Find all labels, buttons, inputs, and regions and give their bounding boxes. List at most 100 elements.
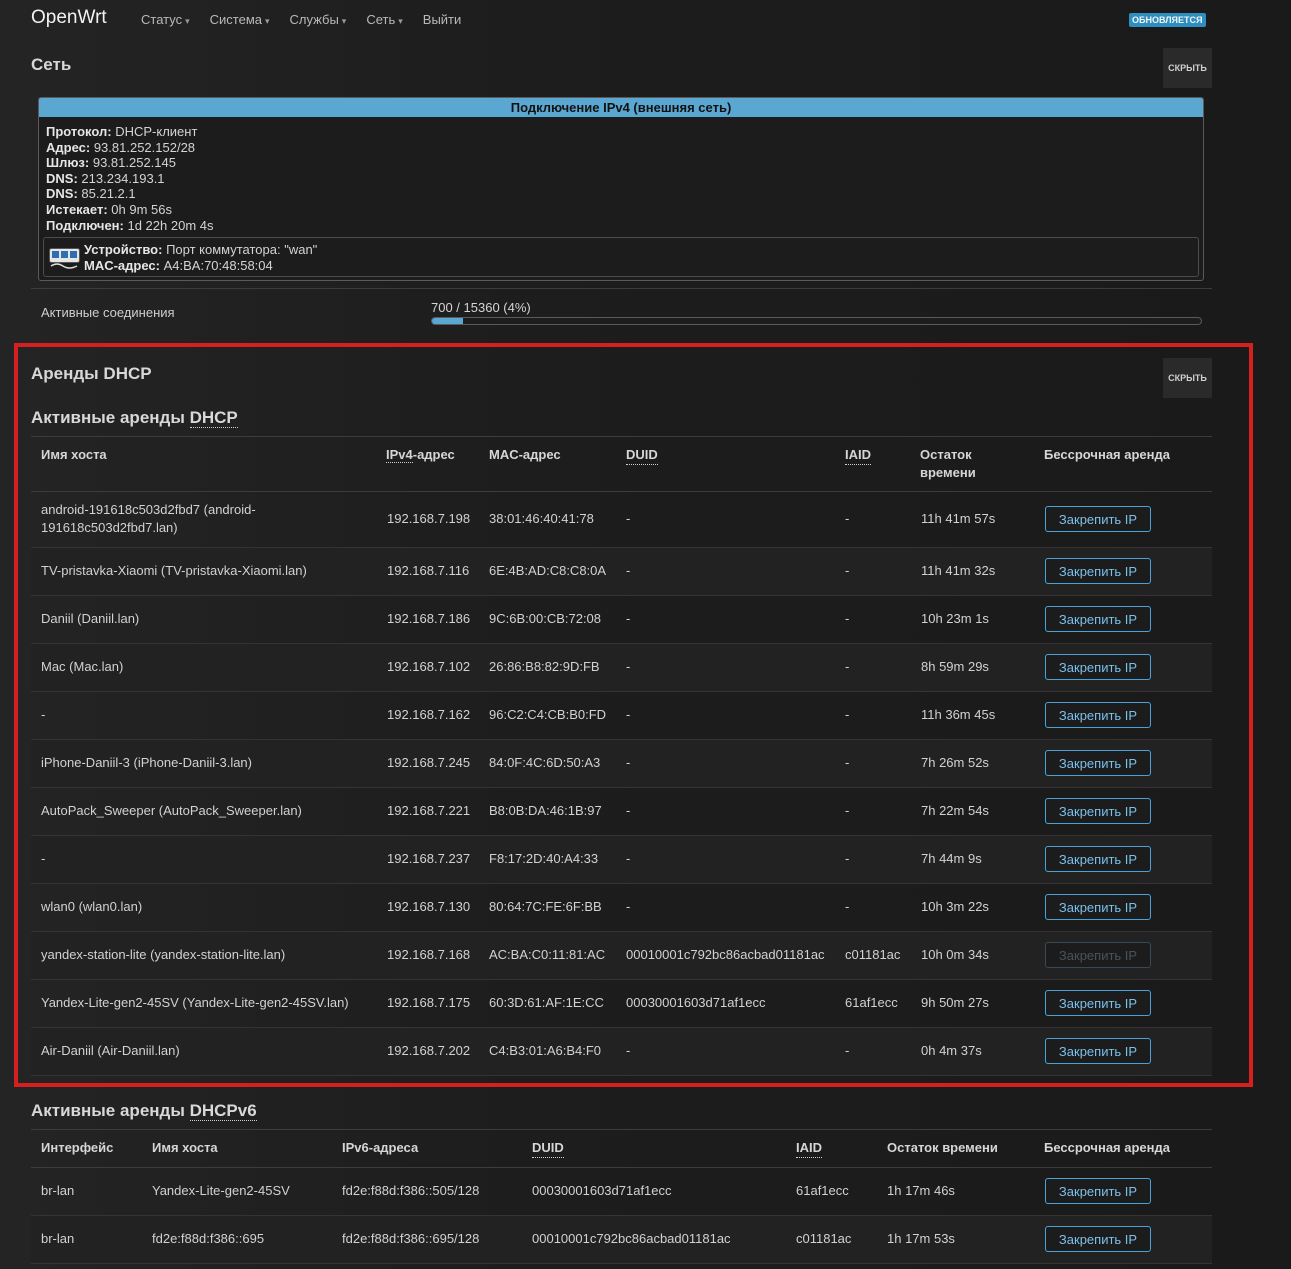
menu-item[interactable]: Выйти <box>423 12 462 27</box>
iaid-cell: c01181ac <box>845 947 901 962</box>
mac-cell: 38:01:46:40:41:78 <box>489 511 594 526</box>
ipv4-cell: 192.168.7.162 <box>387 707 471 722</box>
device-box: Устройство: Порт коммутатора: "wan" MAC-… <box>43 237 1199 277</box>
remaining-cell: 7h 22m 54s <box>921 803 989 818</box>
iaid-cell: - <box>845 1043 850 1058</box>
table-row: wlan0 (wlan0.lan) 192.168.7.130 80:64:7C:F… <box>31 884 1212 932</box>
menu-item-label: Сеть <box>366 12 396 27</box>
table-row: TV-pristavka-Xiaomi (TV-pristavka-Xiaomi… <box>31 548 1212 596</box>
duid-cell: 00010001c792bc86acbad01181ac <box>626 947 825 962</box>
hostname-cell: Air-Daniil (Air-Daniil.lan) <box>41 1043 180 1058</box>
active-connections-value: 700 / 15360 (4%) <box>431 300 531 315</box>
caret-down-icon: ▾ <box>398 16 403 26</box>
iface-field-value: 93.81.252.152/28 <box>93 139 196 155</box>
ipv4-cell: 192.168.7.245 <box>387 755 471 770</box>
main-menu: Статус ▾ Система ▾ Службы ▾ Сеть ▾ Выйти <box>141 12 481 27</box>
mac-cell: AC:BA:C0:11:81:AC <box>489 947 606 962</box>
menu-item-label: Службы <box>289 12 339 27</box>
caret-down-icon: ▾ <box>265 16 270 26</box>
iface-field-value: 0h 9m 56s <box>111 201 172 217</box>
menu-item[interactable]: Службы ▾ <box>290 12 347 27</box>
iaid-cell: - <box>845 563 850 578</box>
hide-dhcp-button[interactable]: СКРЫТЬ <box>1163 358 1212 398</box>
subtitle-abbr: DHCPv6 <box>189 1101 257 1121</box>
table-row: iPhone-Daniil-3 (iPhone-Daniil-3.lan) 192… <box>31 740 1212 788</box>
pin-ip-button[interactable]: Закрепить IP <box>1045 990 1151 1016</box>
ipv4-cell: 192.168.7.102 <box>387 659 471 674</box>
pin-ip-button[interactable]: Закрепить IP <box>1045 1226 1151 1252</box>
progress-fill <box>432 318 463 324</box>
ipv4-cell: 192.168.7.175 <box>387 995 471 1010</box>
table-row: Air-Daniil (Air-Daniil.lan) 192.168.7.202… <box>31 1028 1212 1076</box>
interface-cell: br-lan <box>41 1231 75 1246</box>
iaid-cell: - <box>845 707 850 722</box>
menu-item[interactable]: Статус ▾ <box>141 12 190 27</box>
iface-field-value: 93.81.252.145 <box>92 155 176 171</box>
menu-item-label: Система <box>209 12 262 27</box>
brand-logo[interactable]: OpenWrt <box>31 7 107 29</box>
device-value: Порт коммутатора: "wan" <box>166 242 318 257</box>
ipv4-cell: 192.168.7.202 <box>387 1043 471 1058</box>
hostname-cell: AutoPack_Sweeper (AutoPack_Sweeper.lan) <box>41 803 302 818</box>
iface-field-value: DHCP-клиент <box>115 124 198 139</box>
remaining-cell: 7h 26m 52s <box>921 755 989 770</box>
duid-cell: - <box>626 803 631 818</box>
menu-item-label: Выйти <box>422 12 462 27</box>
pin-ip-button[interactable]: Закрепить IP <box>1045 506 1151 532</box>
top-navbar: OpenWrt Статус ▾ Система ▾ Службы ▾ Сеть ▾ Выйти… <box>0 0 1291 40</box>
duid-cell: - <box>626 511 631 526</box>
dhcp-leases-table: Имя хоста IPv4-адрес MAC-адрес DUID IAID… <box>31 436 1212 1076</box>
menu-item[interactable]: Система ▾ <box>210 12 270 27</box>
pin-ip-button[interactable]: Закрепить IP <box>1045 1178 1151 1204</box>
wan-interface-details: Протокол: DHCP-клиент Адрес: 93.81.252.15… <box>39 117 1203 233</box>
iface-field-label: DNS: <box>46 186 78 202</box>
pin-ip-button[interactable]: Закрепить IP <box>1045 846 1151 872</box>
remaining-cell: 10h 3m 22s <box>921 899 989 914</box>
col-duid: DUID <box>626 446 658 465</box>
iface-field-value: 1d 22h 20m 4s <box>127 217 214 233</box>
ipv4-cell: 192.168.7.186 <box>387 611 471 626</box>
hostname-cell: Yandex-Lite-gen2-45SV <box>152 1183 290 1198</box>
pin-ip-button[interactable]: Закрепить IP <box>1045 702 1151 728</box>
table-header: Имя хоста IPv4-адрес MAC-адрес DUID IAID… <box>31 436 1212 492</box>
mac-cell: C4:B3:01:A6:B4:F0 <box>489 1043 602 1058</box>
table-row: - 192.168.7.162 96:C2:C4:CB:B0:FD - - 11h 36m… <box>31 692 1212 740</box>
iaid-cell: 61af1ecc <box>845 995 898 1010</box>
mac-value: A4:BA:70:48:58:04 <box>163 257 273 273</box>
caret-down-icon: ▾ <box>185 16 190 26</box>
mac-cell: 9C:6B:00:CB:72:08 <box>489 611 602 626</box>
hide-network-button[interactable]: СКРЫТЬ <box>1163 48 1212 88</box>
iaid-cell: - <box>845 803 850 818</box>
pin-ip-button[interactable]: Закрепить IP <box>1045 558 1151 584</box>
iface-field-label: Подключен: <box>46 217 124 233</box>
menu-item[interactable]: Сеть ▾ <box>366 12 402 27</box>
duid-cell: - <box>626 659 631 674</box>
pin-ip-button[interactable]: Закрепить IP <box>1045 606 1151 632</box>
duid-cell: - <box>626 563 631 578</box>
wan-interface-header: Подключение IPv4 (внешняя сеть) <box>39 98 1203 117</box>
hostname-cell: TV-pristavka-Xiaomi (TV-pristavka-Xiaomi… <box>41 563 307 578</box>
remaining-cell: 10h 23m 1s <box>921 611 989 626</box>
ipv4-cell: 192.168.7.221 <box>387 803 471 818</box>
col-iaid: IAID <box>796 1139 822 1158</box>
col-remaining: Остаток времени <box>920 446 976 482</box>
pin-ip-button[interactable]: Закрепить IP <box>1045 894 1151 920</box>
table-row: AutoPack_Sweeper (AutoPack_Sweeper.lan) 1… <box>31 788 1212 836</box>
remaining-cell: 1h 17m 53s <box>887 1231 955 1246</box>
device-label: Устройство: <box>84 242 163 257</box>
iface-field-label: DNS: <box>46 170 78 186</box>
active-dhcpv6-leases-title: Активные аренды DHCPv6 <box>31 1101 257 1121</box>
table-row: Mac (Mac.lan) 192.168.7.102 26:86:B8:82:9D… <box>31 644 1212 692</box>
ipv4-cell: 192.168.7.237 <box>387 851 471 866</box>
mac-label: MAC-адрес: <box>84 257 160 273</box>
interface-cell: br-lan <box>41 1183 75 1198</box>
pin-ip-button[interactable]: Закрепить IP <box>1045 1038 1151 1064</box>
pin-ip-button[interactable]: Закрепить IP <box>1045 654 1151 680</box>
pin-ip-button[interactable]: Закрепить IP <box>1045 942 1151 968</box>
col-ipv6: IPv6-адреса <box>342 1140 419 1155</box>
subtitle-prefix: Активные аренды <box>31 408 190 427</box>
pin-ip-button[interactable]: Закрепить IP <box>1045 798 1151 824</box>
pin-ip-button[interactable]: Закрепить IP <box>1045 750 1151 776</box>
iface-field: Протокол: DHCP-клиент <box>46 124 1203 140</box>
ipv6-cell: fd2e:f88d:f386::505/128 <box>342 1183 480 1198</box>
